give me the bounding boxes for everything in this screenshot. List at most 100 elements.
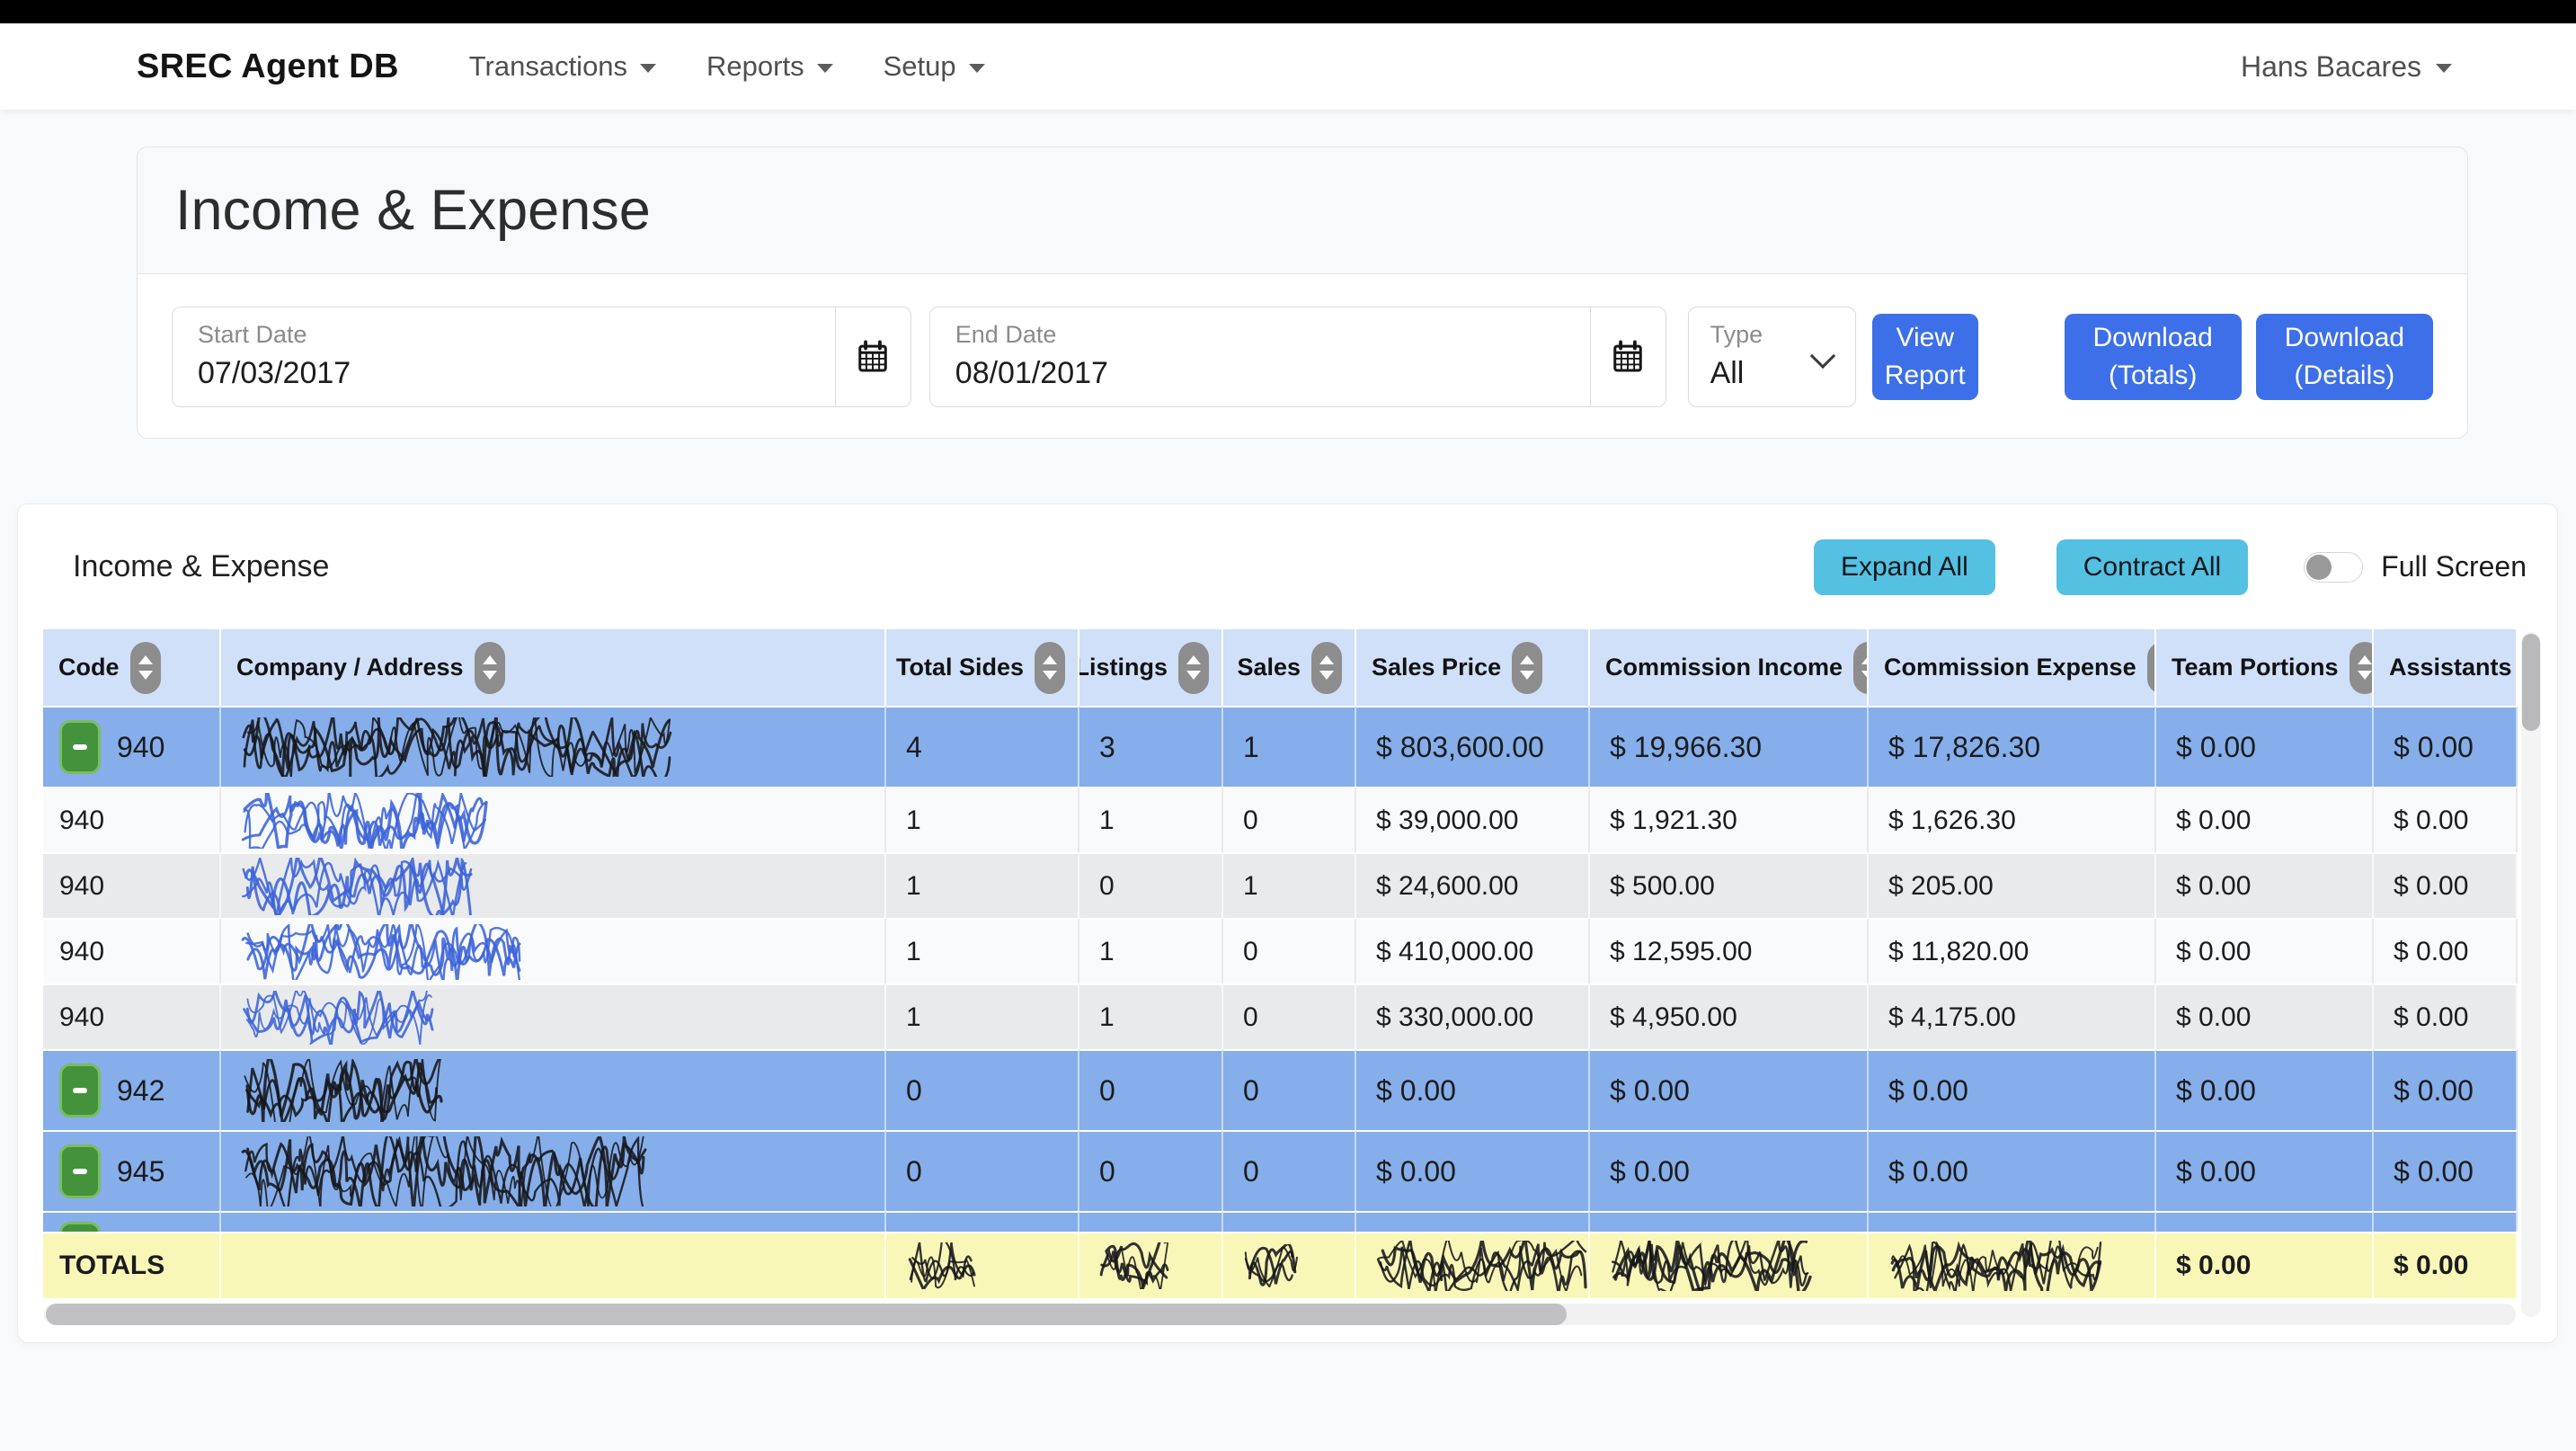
cell-value: $ 0.00 [2394, 1251, 2468, 1281]
cell-value: $ 24,600.00 [1376, 871, 1518, 902]
cell-commission_income: $ 19,966.30 [1590, 706, 1869, 787]
column-header-listings[interactable]: Listings [1079, 629, 1223, 706]
cell-commission_expense: $ 17,826.30 [1869, 706, 2156, 787]
cell-value: 1 [906, 871, 921, 902]
page-header-card: Income & Expense Start Date 07/03/2017 E… [137, 147, 2468, 439]
cell-value: $ 0.00 [1376, 1155, 1456, 1188]
collapse-row-button[interactable] [59, 720, 101, 774]
cell-value: $ 0.00 [2394, 937, 2468, 967]
cell-commission_expense [1869, 1232, 2156, 1298]
column-header-sales[interactable]: Sales [1223, 629, 1356, 706]
end-date-field[interactable]: End Date 08/01/2017 [929, 307, 1666, 407]
cell-commission_expense: $ 4,175.00 [1869, 984, 2156, 1049]
cell-value: 1 [1243, 731, 1259, 764]
cell-team_portions: $ 0.00 [2156, 1049, 2374, 1130]
column-header-commission_expense[interactable]: Commission Expense [1869, 629, 2156, 706]
column-header-company[interactable]: Company / Address [221, 629, 886, 706]
caret-down-icon [969, 64, 985, 73]
cell-value: $ 12,595.00 [1610, 937, 1752, 967]
sort-arrows-icon [1035, 642, 1065, 694]
cell-value: $ 0.00 [1610, 1074, 1690, 1108]
cell-value: $ 4,950.00 [1610, 1002, 1737, 1033]
contract-all-button[interactable]: Contract All [2056, 539, 2248, 595]
group-row: 940431$ 803,600.00$ 19,966.30$ 17,826.30… [43, 706, 2518, 787]
cell-company [221, 787, 886, 852]
redacted-scribble [1099, 1242, 1169, 1289]
cell-value: 0 [1243, 806, 1258, 836]
cell-value: $ 0.00 [2394, 731, 2474, 764]
table-body: 940431$ 803,600.00$ 19,966.30$ 17,826.30… [43, 706, 2518, 1298]
redacted-value [241, 1059, 443, 1122]
nav-item-setup[interactable]: Setup [858, 50, 1010, 83]
download-details-button[interactable]: Download (Details) [2256, 314, 2433, 400]
vertical-scrollbar[interactable] [2521, 632, 2541, 1317]
collapse-row-button[interactable] [59, 1064, 101, 1117]
column-header-assistants[interactable]: Assistants [2374, 629, 2518, 706]
table-header-row: Code Company / Address Total SidesListings… [43, 629, 2518, 706]
company-link-redacted[interactable] [241, 793, 488, 849]
data-table: Code Company / Address Total SidesListings… [43, 629, 2518, 1298]
calendar-icon[interactable] [835, 307, 910, 406]
cell-team_portions: $ 0.00 [2156, 706, 2374, 787]
full-screen-label: Full Screen [2381, 550, 2527, 583]
detail-row: 940101$ 24,600.00$ 500.00$ 205.00$ 0.00$… [43, 852, 2518, 918]
cell-listings [1079, 1232, 1223, 1298]
minus-icon [73, 1088, 87, 1093]
view-report-button[interactable]: View Report [1872, 314, 1978, 400]
column-header-total_sides[interactable]: Total Sides [886, 629, 1079, 706]
column-header-commission_income[interactable]: Commission Income [1590, 629, 1869, 706]
cell-sales_price [1356, 1211, 1590, 1232]
cell-sales_price: $ 0.00 [1356, 1130, 1590, 1211]
cell-value: $ 0.00 [2394, 1155, 2474, 1188]
company-link-redacted[interactable] [241, 924, 521, 980]
column-label: Assistants [2389, 654, 2512, 681]
cell-value: $ 0.00 [2394, 1002, 2468, 1033]
cell-value: $ 0.00 [2394, 1074, 2474, 1108]
redacted-scribble [241, 924, 521, 980]
cell-company [221, 706, 886, 787]
cell-team_portions: $ 0.00 [2156, 918, 2374, 984]
cell-total_sides: 4 [886, 706, 1079, 787]
nav-item-reports[interactable]: Reports [681, 50, 858, 83]
minus-icon [73, 1169, 87, 1174]
cell-value: $ 0.00 [2394, 806, 2468, 836]
full-screen-toggle[interactable] [2304, 552, 2363, 583]
column-label: Company / Address [236, 654, 464, 681]
cell-sales_price: $ 39,000.00 [1356, 787, 1590, 852]
cell-commission_income: $ 500.00 [1590, 852, 1869, 918]
cell-value: $ 4,175.00 [1888, 1002, 2016, 1033]
company-link-redacted[interactable] [241, 858, 473, 915]
type-value: All [1710, 356, 1855, 391]
company-link-redacted[interactable] [241, 991, 434, 1045]
cell-total_sides: 1 [886, 852, 1079, 918]
cell-assistants: $ 0.00 [2374, 1130, 2518, 1211]
cell-value: 0 [1243, 1074, 1259, 1108]
nav-item-transactions[interactable]: Transactions [444, 50, 681, 83]
horizontal-scrollbar-thumb[interactable] [46, 1304, 1567, 1325]
type-select[interactable]: Type All [1688, 307, 1856, 407]
code-value: 945 [117, 1155, 164, 1188]
sort-arrows-icon [130, 642, 161, 694]
cell-listings [1079, 1211, 1223, 1232]
download-totals-button[interactable]: Download (Totals) [2065, 314, 2242, 400]
sort-arrows-icon [2147, 642, 2156, 694]
group-row: 945000$ 0.00$ 0.00$ 0.00$ 0.00$ 0.00 [43, 1130, 2518, 1211]
column-header-sales_price[interactable]: Sales Price [1356, 629, 1590, 706]
column-header-code[interactable]: Code [43, 629, 221, 706]
start-date-field[interactable]: Start Date 07/03/2017 [172, 307, 911, 407]
vertical-scrollbar-thumb[interactable] [2522, 634, 2540, 731]
calendar-icon[interactable] [1590, 307, 1666, 406]
horizontal-scrollbar[interactable] [44, 1304, 2516, 1325]
collapse-row-button[interactable] [59, 1144, 101, 1198]
redacted-value [241, 1136, 647, 1206]
cell-value: 4 [906, 731, 922, 764]
screen-top-bar [0, 0, 2576, 23]
cell-team_portions: $ 0.00 [2156, 787, 2374, 852]
app-brand[interactable]: SREC Agent DB [137, 48, 399, 86]
expand-all-button[interactable]: Expand All [1814, 539, 1995, 595]
column-header-team_portions[interactable]: Team Portions [2156, 629, 2374, 706]
minus-icon [73, 744, 87, 750]
cell-value: $ 0.00 [2176, 871, 2251, 902]
collapse-row-button[interactable] [59, 1222, 101, 1232]
user-menu[interactable]: Hans Bacares [2241, 50, 2452, 84]
